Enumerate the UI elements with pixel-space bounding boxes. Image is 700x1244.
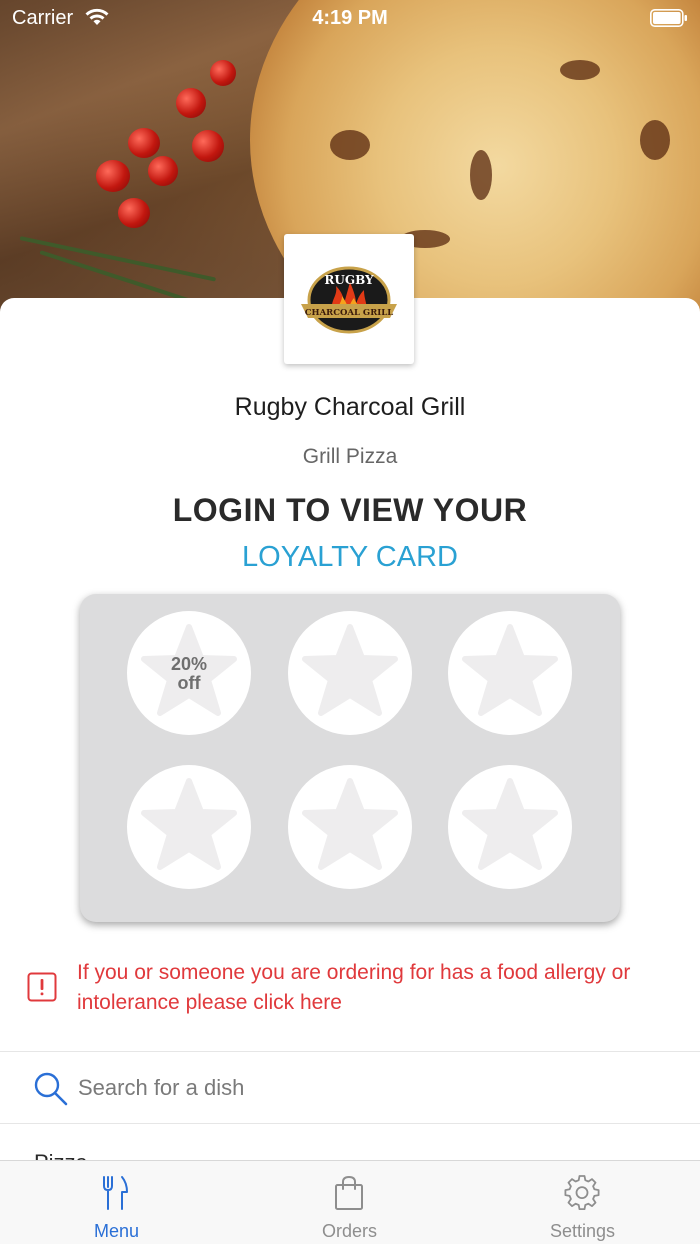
search-icon [34,1072,68,1106]
divider [0,1123,700,1124]
stamp-slot-4 [127,765,251,889]
tomato [176,88,206,118]
fork-knife-icon [103,1176,128,1210]
stamp-slot-3 [448,611,572,735]
tab-bar: Menu Orders Settings [0,1160,700,1244]
char-spot [330,130,370,160]
restaurant-logo: CHARCOAL GRILL RUGBY [284,234,414,364]
tab-label: Menu [93,1221,140,1241]
stamp-slot-6 [448,765,572,889]
logo-emblem-icon: CHARCOAL GRILL RUGBY [301,266,397,334]
tomato [118,198,150,228]
allergy-notice-text[interactable]: If you or someone you are ordering for h… [77,958,687,1018]
tab-settings[interactable]: Settings [466,1161,699,1244]
star-icon [302,778,398,870]
status-bar: Carrier 4:19 PM [0,0,700,40]
clock-label: 4:19 PM [312,7,388,29]
stamp-slot-1: 20% off [127,611,251,735]
restaurant-cuisine-tags: Grill Pizza [302,445,398,468]
stamp-reward-label: 20% off [170,654,208,693]
loyalty-card-link[interactable]: LOYALTY CARD [0,541,700,574]
tab-menu[interactable]: Menu [0,1161,233,1244]
dish-search-bar[interactable] [0,1052,700,1124]
allergy-notice[interactable]: If you or someone you are ordering for h… [0,958,700,1028]
battery-icon [650,9,687,27]
tab-orders[interactable]: Orders [233,1161,466,1244]
star-icon [141,778,237,870]
star-icon [462,778,558,870]
tomato [192,130,224,162]
tomato [96,160,130,192]
char-spot [470,150,492,200]
tomato [148,156,178,186]
alert-icon [27,972,57,1002]
stamp-slot-2 [288,611,412,735]
tab-label: Settings [549,1221,616,1241]
restaurant-name: Rugby Charcoal Grill [234,393,466,421]
loyalty-login-heading[interactable]: LOGIN TO VIEW YOUR [0,492,700,529]
logo-top-text: RUGBY [324,273,374,287]
gear-icon [564,1175,600,1210]
logo-bottom-text: CHARCOAL GRILL [305,308,393,318]
char-spot [560,60,600,80]
tomato [128,128,160,158]
shopping-bag-icon [335,1175,363,1210]
search-input[interactable] [78,1072,658,1104]
loyalty-stamp-card[interactable]: 20% off [80,594,620,922]
char-spot [640,120,670,160]
star-icon [302,624,398,716]
stamp-slot-5 [288,765,412,889]
tab-label: Orders [321,1221,377,1241]
star-icon [462,624,558,716]
tomato [210,60,236,86]
